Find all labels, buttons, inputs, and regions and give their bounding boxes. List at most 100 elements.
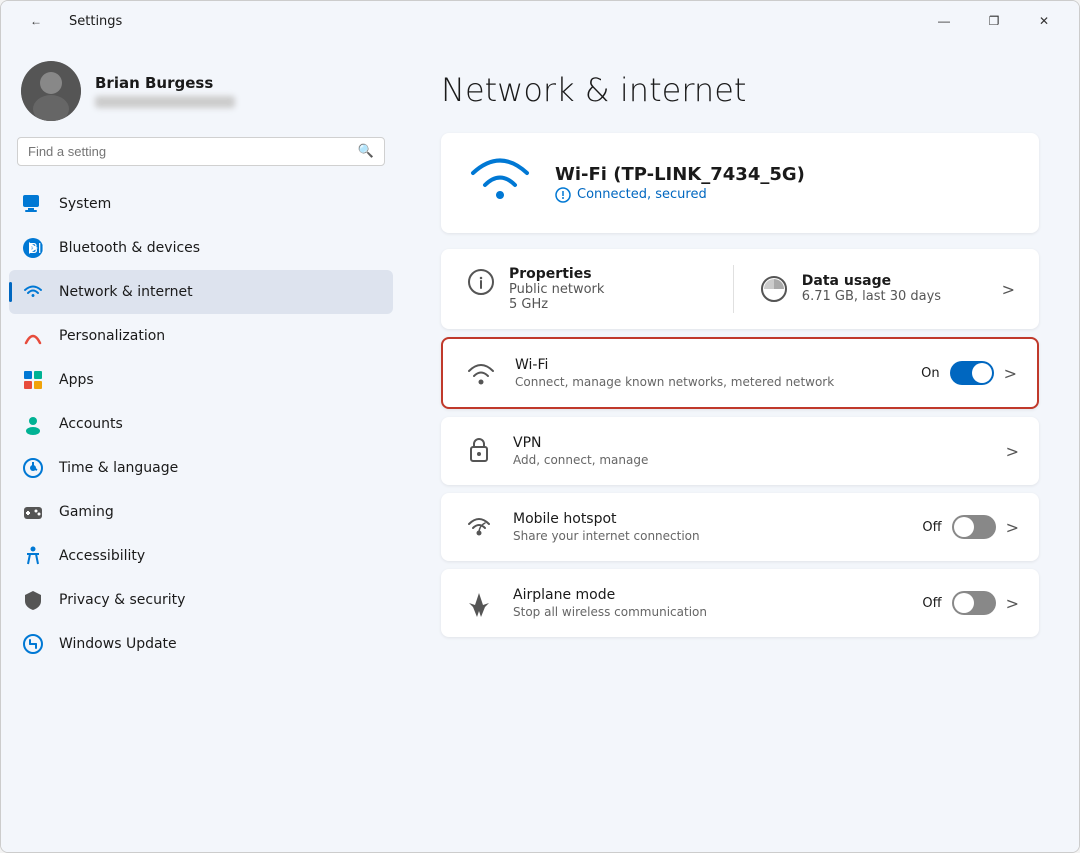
accounts-icon [21,412,45,436]
data-usage-label: Data usage [802,273,1002,289]
airplane-toggle-label: Off [922,596,941,611]
wifi-hero-name: Wi-Fi (TP-LINK_7434_5G) [555,164,1015,185]
sidebar-item-personalization[interactable]: Personalization [9,314,393,358]
title-bar: ← Settings — ❐ ✕ [1,1,1079,41]
sidebar-item-privacy[interactable]: Privacy & security [9,578,393,622]
wifi-details-card: Properties Public network 5 GHz [441,249,1039,329]
vpn-row-text: VPN Add, connect, manage [513,435,990,467]
airplane-row-icon [461,585,497,621]
airplane-row-chevron: > [1006,594,1019,613]
airplane-row-right: Off > [922,591,1019,615]
sidebar-item-accessibility-label: Accessibility [59,548,145,564]
wifi-hero-status: Connected, secured [555,187,1015,203]
main-content: Brian Burgess 🔍 System [1,41,1079,852]
data-usage-text: Data usage 6.71 GB, last 30 days [802,273,1002,304]
airplane-settings-card[interactable]: Airplane mode Stop all wireless communic… [441,569,1039,637]
search-box[interactable]: 🔍 [17,137,385,166]
hotspot-toggle-knob [954,517,974,537]
minimize-button[interactable]: — [921,6,967,36]
user-section: Brian Burgess [1,41,401,137]
nav-list: System Bluetooth; Bluetooth & devices [1,182,401,666]
data-usage-section: Data usage 6.71 GB, last 30 days [758,273,1002,305]
sidebar-item-update-label: Windows Update [59,636,177,652]
properties-section: Properties Public network 5 GHz [465,266,709,312]
sidebar-item-accounts[interactable]: Accounts [9,402,393,446]
update-icon [21,632,45,656]
sidebar-item-time[interactable]: Time & language [9,446,393,490]
gaming-icon [21,500,45,524]
title-bar-controls: — ❐ ✕ [921,6,1067,36]
data-usage-icon [758,273,790,305]
wifi-hero-icon [465,153,535,213]
apps-icon [21,368,45,392]
data-usage-sub: 6.71 GB, last 30 days [802,289,1002,304]
airplane-row-text: Airplane mode Stop all wireless communic… [513,587,906,619]
sidebar-item-system[interactable]: System [9,182,393,226]
page-title: Network & internet [441,71,1039,109]
wifi-settings-row[interactable]: Wi-Fi Connect, manage known networks, me… [443,339,1037,407]
properties-sub2: 5 GHz [509,297,709,312]
close-button[interactable]: ✕ [1021,6,1067,36]
wifi-hero-info: Wi-Fi (TP-LINK_7434_5G) Connected, secur… [555,164,1015,203]
bluetooth-icon: Bluetooth; [21,236,45,260]
title-bar-title: Settings [69,14,122,29]
wifi-toggle-knob [972,363,992,383]
data-usage-chevron: > [1002,280,1015,299]
wifi-toggle[interactable] [950,361,994,385]
properties-text: Properties Public network 5 GHz [509,266,709,312]
sidebar-item-gaming[interactable]: Gaming [9,490,393,534]
sidebar-item-update[interactable]: Windows Update [9,622,393,666]
vpn-row-icon [461,433,497,469]
properties-label: Properties [509,266,709,282]
back-button[interactable]: ← [13,6,59,36]
avatar-image [21,61,81,121]
right-panel: Network & internet Wi-Fi (TP-LINK_7434_5… [401,41,1079,852]
hotspot-row-title: Mobile hotspot [513,511,906,527]
sidebar-item-accounts-label: Accounts [59,416,123,432]
vpn-row-right: > [1006,442,1019,461]
time-icon [21,456,45,480]
accessibility-icon [21,544,45,568]
hotspot-row-text: Mobile hotspot Share your internet conne… [513,511,906,543]
hotspot-row-icon [461,509,497,545]
hotspot-toggle-label: Off [922,520,941,535]
sidebar-item-accessibility[interactable]: Accessibility [9,534,393,578]
user-info: Brian Burgess [95,74,235,108]
sidebar-item-bluetooth-label: Bluetooth & devices [59,240,200,256]
wifi-status-text: Connected, secured [577,187,707,202]
wifi-settings-card[interactable]: Wi-Fi Connect, manage known networks, me… [441,337,1039,409]
sidebar-item-apps[interactable]: Apps [9,358,393,402]
vpn-settings-card[interactable]: VPN Add, connect, manage > [441,417,1039,485]
vpn-row-title: VPN [513,435,990,451]
wifi-toggle-label: On [921,366,939,381]
sidebar-item-apps-label: Apps [59,372,94,388]
maximize-button[interactable]: ❐ [971,6,1017,36]
wifi-row-sub: Connect, manage known networks, metered … [515,375,905,389]
details-divider [733,265,734,313]
user-name: Brian Burgess [95,74,235,92]
vpn-settings-row[interactable]: VPN Add, connect, manage > [441,417,1039,485]
privacy-icon [21,588,45,612]
airplane-settings-row[interactable]: Airplane mode Stop all wireless communic… [441,569,1039,637]
airplane-toggle[interactable] [952,591,996,615]
properties-icon [465,266,497,298]
wifi-row-title: Wi-Fi [515,357,905,373]
network-icon [21,280,45,304]
sidebar-item-time-label: Time & language [59,460,178,476]
search-input[interactable] [28,144,350,159]
hotspot-settings-row[interactable]: Mobile hotspot Share your internet conne… [441,493,1039,561]
airplane-row-sub: Stop all wireless communication [513,605,906,619]
title-bar-left: ← Settings [13,6,122,36]
sidebar-item-bluetooth[interactable]: Bluetooth; Bluetooth & devices [9,226,393,270]
wifi-row-right: On > [921,361,1017,385]
sidebar-item-network[interactable]: Network & internet [9,270,393,314]
sidebar-item-system-label: System [59,196,111,212]
system-icon [21,192,45,216]
hotspot-row-right: Off > [922,515,1019,539]
hotspot-row-sub: Share your internet connection [513,529,906,543]
properties-sub1: Public network [509,282,709,297]
hotspot-settings-card[interactable]: Mobile hotspot Share your internet conne… [441,493,1039,561]
hotspot-toggle[interactable] [952,515,996,539]
sidebar-item-personalization-label: Personalization [59,328,165,344]
search-icon: 🔍 [358,144,374,159]
